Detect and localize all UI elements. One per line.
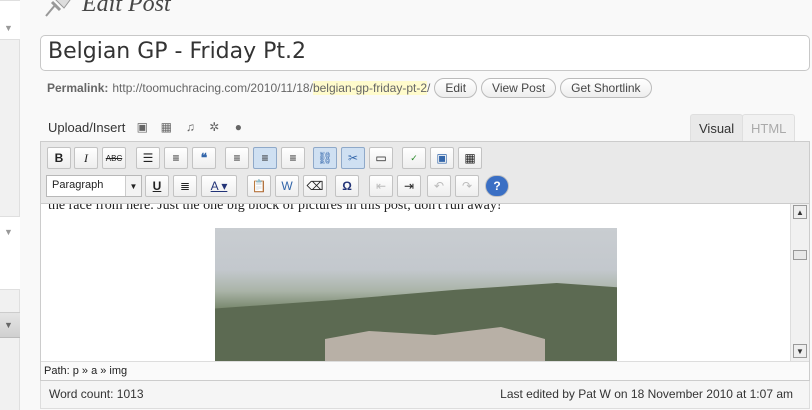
editor-scrollbar[interactable]: ▲ ▼ — [790, 204, 809, 361]
help-button[interactable]: ? — [485, 175, 509, 197]
italic-button[interactable]: I — [74, 147, 98, 169]
insert-link-button[interactable]: ⛓ — [313, 147, 337, 169]
fullscreen-button[interactable]: ▣ — [430, 147, 454, 169]
insert-more-button[interactable]: ▭ — [369, 147, 393, 169]
word-count: Word count: 1013 — [49, 387, 144, 401]
paste-text-button[interactable]: 📋 — [247, 175, 271, 197]
sidebar-collapse-arrow-icon[interactable]: ▼ — [4, 227, 13, 237]
format-select-value: Paragraph — [52, 179, 104, 191]
add-image-icon[interactable]: ▣ — [135, 121, 149, 133]
add-video-icon[interactable]: ▦ — [159, 121, 173, 133]
align-center-button[interactable]: ≡ — [253, 147, 277, 169]
permalink-label: Permalink: — [47, 81, 109, 95]
permalink-slug[interactable]: belgian-gp-friday-pt-2 — [312, 81, 427, 95]
remove-format-button[interactable]: ⌫ — [303, 175, 327, 197]
text-color-button[interactable]: A ▾ — [201, 175, 237, 197]
get-shortlink-button[interactable]: Get Shortlink — [560, 78, 652, 98]
element-path: Path: p » a » img — [41, 361, 809, 380]
editor-status-bar: Word count: 1013 Last edited by Pat W on… — [40, 381, 810, 409]
edit-post-page: ▼ ▼ ▼ Edit Post Belgian GP - Friday Pt.2… — [0, 0, 812, 410]
edit-permalink-button[interactable]: Edit — [434, 78, 478, 98]
bold-button[interactable]: B — [47, 147, 71, 169]
post-title-input[interactable]: Belgian GP - Friday Pt.2 — [40, 35, 810, 71]
align-left-button[interactable]: ≡ — [225, 147, 249, 169]
page-heading: Edit Post — [42, 0, 171, 20]
sidebar-collapse-arrow-icon[interactable]: ▼ — [4, 320, 13, 330]
special-character-button[interactable]: Ω — [335, 175, 359, 197]
add-media-icon[interactable]: ✲ — [207, 121, 221, 133]
permalink-base-url: http://toomuchracing.com/2010/11/18/ — [112, 81, 313, 95]
permalink-row: Permalink: http://toomuchracing.com/2010… — [47, 77, 652, 99]
post-image[interactable] — [215, 228, 617, 361]
indent-button[interactable]: ⇥ — [397, 175, 421, 197]
sidebar-collapse-arrow-icon[interactable]: ▼ — [4, 23, 13, 33]
post-editor: B I ABC ☰ ≡ ❝ ≡ ≡ ≡ ⛓ ✂ ▭ ✓ ▣ ▦ Paragrap… — [40, 141, 810, 381]
editor-toolbar: B I ABC ☰ ≡ ❝ ≡ ≡ ≡ ⛓ ✂ ▭ ✓ ▣ ▦ Paragrap… — [41, 142, 809, 204]
sidebar-menu-header[interactable]: ▼ — [0, 312, 20, 338]
page-title: Edit Post — [82, 0, 171, 17]
bullet-list-button[interactable]: ☰ — [136, 147, 160, 169]
admin-sidebar: ▼ ▼ ▼ — [0, 0, 20, 410]
last-edited: Last edited by Pat W on 18 November 2010… — [500, 387, 793, 401]
undo-button[interactable]: ↶ — [427, 175, 451, 197]
strikethrough-button[interactable]: ABC — [102, 147, 126, 169]
pushpin-icon — [45, 0, 71, 17]
format-select[interactable]: Paragraph ▼ — [46, 175, 142, 197]
post-body-text[interactable]: the race from here. Just the one big blo… — [48, 204, 502, 214]
view-post-button[interactable]: View Post — [481, 78, 557, 98]
sidebar-menu-block[interactable]: ▼ — [0, 216, 20, 290]
align-right-button[interactable]: ≡ — [281, 147, 305, 169]
underline-button[interactable]: U — [145, 175, 169, 197]
unlink-button[interactable]: ✂ — [341, 147, 365, 169]
scroll-up-arrow-icon[interactable]: ▲ — [793, 205, 807, 219]
scrollbar-thumb[interactable] — [793, 250, 807, 260]
add-gallery-icon[interactable]: ● — [231, 121, 245, 133]
permalink-suffix: / — [427, 81, 431, 95]
media-buttons: Upload/Insert ▣ ▦ ♫ ✲ ● — [48, 117, 245, 137]
numbered-list-button[interactable]: ≡ — [164, 147, 188, 169]
tab-html[interactable]: HTML — [742, 114, 796, 142]
editor-content-area[interactable]: the race from here. Just the one big blo… — [41, 204, 790, 361]
outdent-button[interactable]: ⇤ — [369, 175, 393, 197]
redo-button[interactable]: ↷ — [455, 175, 479, 197]
kitchen-sink-button[interactable]: ▦ — [458, 147, 482, 169]
spellcheck-button[interactable]: ✓ — [402, 147, 426, 169]
scroll-down-arrow-icon[interactable]: ▼ — [793, 344, 807, 358]
add-audio-icon[interactable]: ♫ — [183, 121, 197, 133]
upload-insert-label: Upload/Insert — [48, 119, 126, 135]
paste-word-button[interactable]: W — [275, 175, 299, 197]
blockquote-button[interactable]: ❝ — [192, 147, 216, 169]
tab-visual[interactable]: Visual — [690, 114, 744, 142]
chevron-down-icon[interactable]: ▼ — [125, 176, 141, 196]
sidebar-menu-block[interactable]: ▼ — [0, 0, 20, 40]
justify-button[interactable]: ≣ — [173, 175, 197, 197]
